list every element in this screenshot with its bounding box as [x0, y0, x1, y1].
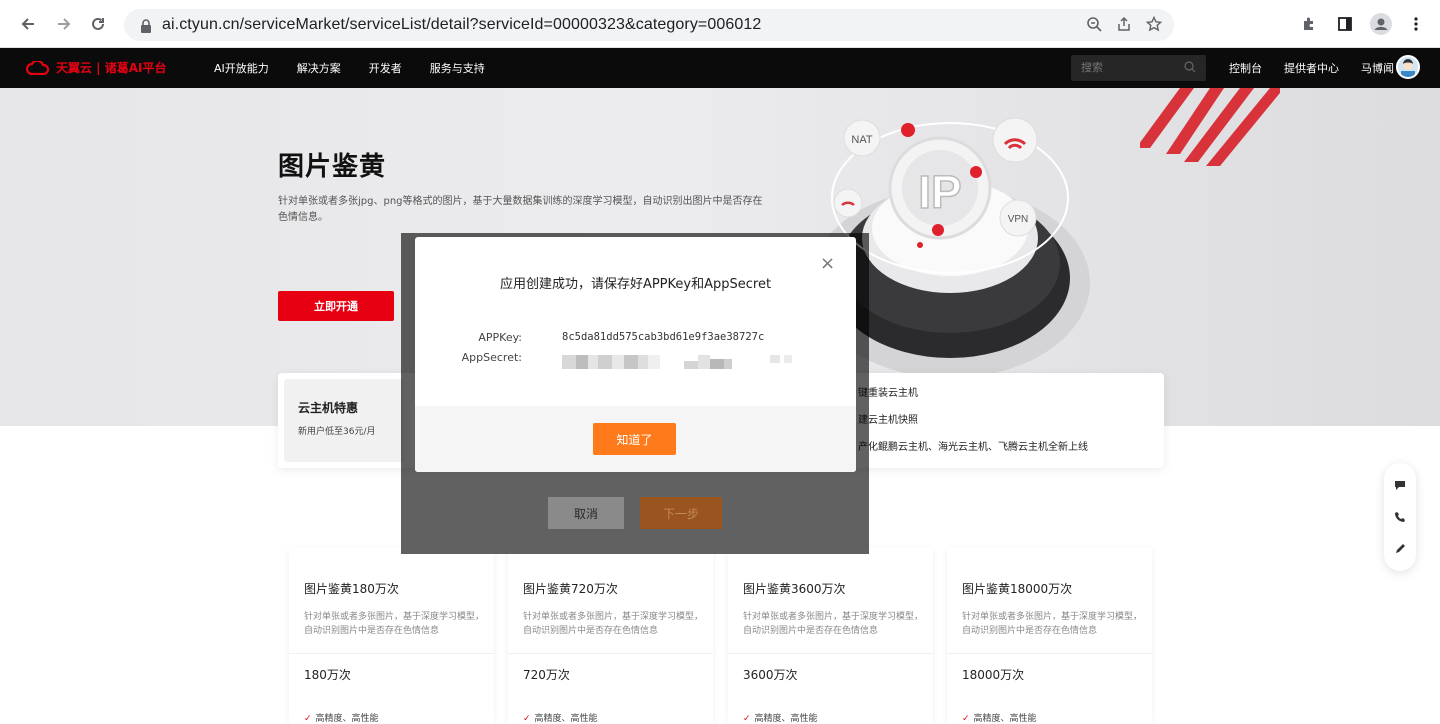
forward-icon[interactable]	[50, 10, 78, 38]
promo-card[interactable]: 云主机特惠 新用户低至36元/月	[284, 379, 404, 462]
floating-toolbar	[1384, 463, 1416, 571]
app-created-dialog: 应用创建成功，请保存好APPKey和AppSecret × APPKey: 8c…	[415, 237, 856, 472]
product-description: 针对单张或者多张图片，基于深度学习模型，自动识别图片中是否存在色情信息	[743, 612, 924, 636]
divider	[728, 653, 933, 654]
menu-support[interactable]: 服务与支持	[430, 60, 485, 76]
credentials: APPKey: 8c5da81dd575cab3bd61e9f3ae38727c…	[415, 331, 856, 371]
browser-toolbar: ai.ctyun.cn/serviceMarket/serviceList/de…	[0, 0, 1440, 48]
product-feature: ✓ 高精度、高性能	[962, 711, 1037, 724]
dialog-title: 应用创建成功，请保存好APPKey和AppSecret	[499, 277, 772, 292]
promo-news-list: 键重装云主机 建云主机快照 产化鲲鹏云主机、海光云主机、飞腾云主机全新上线	[858, 387, 1088, 468]
divider	[508, 653, 713, 654]
url-text: ai.ctyun.cn/serviceMarket/serviceList/de…	[162, 16, 762, 33]
site-header: 天翼云 | 诸葛AI平台 AI开放能力 解决方案 开发者 服务与支持 控制台 提…	[0, 48, 1440, 88]
lock-icon	[140, 18, 152, 33]
activate-now-button[interactable]: 立即开通	[278, 291, 394, 321]
product-quantity: 3600万次	[743, 668, 798, 682]
check-icon: ✓	[962, 714, 970, 724]
product-description: 针对单张或者多张图片，基于深度学习模型，自动识别图片中是否存在色情信息	[962, 612, 1143, 636]
main-menu: AI开放能力 解决方案 开发者 服务与支持	[214, 48, 485, 88]
site-search	[1071, 55, 1206, 81]
search-input[interactable]	[1081, 62, 1171, 74]
cloud-logo-icon	[26, 60, 50, 75]
product-feature: ✓ 高精度、高性能	[523, 711, 598, 724]
product-card-list: 图片鉴黄180万次 针对单张或者多张图片，基于深度学习模型，自动识别图片中是否存…	[289, 548, 1153, 724]
check-icon: ✓	[304, 714, 312, 724]
product-quantity: 18000万次	[962, 668, 1025, 682]
promo-title: 云主机特惠	[298, 401, 359, 415]
feature-text: 高精度、高性能	[534, 714, 598, 724]
nat-label: NAT	[851, 134, 872, 146]
appkey-value: 8c5da81dd575cab3bd61e9f3ae38727c	[562, 331, 765, 343]
dialog-footer: 知道了	[415, 406, 856, 472]
avatar[interactable]	[1396, 55, 1420, 79]
product-card[interactable]: 图片鉴黄720万次 针对单张或者多张图片，基于深度学习模型，自动识别图片中是否存…	[508, 548, 713, 724]
console-link[interactable]: 控制台	[1229, 60, 1262, 76]
chat-icon[interactable]	[1394, 476, 1406, 495]
appsecret-redacted	[562, 355, 792, 372]
product-name: 图片鉴黄720万次	[523, 582, 618, 596]
feature-text: 高精度、高性能	[973, 714, 1037, 724]
divider	[947, 653, 1152, 654]
ip-label: IP	[918, 166, 961, 218]
bookmark-star-icon[interactable]	[1145, 15, 1163, 36]
check-icon: ✓	[743, 714, 751, 724]
menu-solutions[interactable]: 解决方案	[297, 60, 341, 76]
promo-subtitle: 新用户低至36元/月	[298, 427, 376, 437]
vpn-label: VPN	[1008, 214, 1029, 225]
check-icon: ✓	[523, 714, 531, 724]
back-icon[interactable]	[14, 10, 42, 38]
extensions-icon[interactable]	[1298, 11, 1320, 37]
side-panel-icon[interactable]	[1334, 11, 1356, 37]
close-icon[interactable]: ×	[820, 255, 835, 273]
got-it-button[interactable]: 知道了	[593, 423, 676, 455]
appsecret-label: AppSecret:	[461, 351, 522, 364]
menu-developers[interactable]: 开发者	[369, 60, 402, 76]
next-step-button[interactable]: 下一步	[640, 497, 722, 529]
cancel-button[interactable]: 取消	[548, 497, 624, 529]
provider-center-link[interactable]: 提供者中心	[1284, 60, 1339, 76]
feature-text: 高精度、高性能	[754, 714, 818, 724]
product-name: 图片鉴黄3600万次	[743, 582, 846, 596]
menu-ai-capabilities[interactable]: AI开放能力	[214, 60, 269, 76]
product-description: 针对单张或者多张图片，基于深度学习模型，自动识别图片中是否存在色情信息	[523, 612, 704, 636]
product-description: 针对单张或者多张图片，基于深度学习模型，自动识别图片中是否存在色情信息	[304, 612, 485, 636]
promo-line[interactable]: 键重装云主机	[858, 387, 1088, 414]
edit-icon[interactable]	[1394, 540, 1406, 559]
divider	[289, 653, 494, 654]
hero-description: 针对单张或者多张jpg、png等格式的图片，基于大量数据集训练的深度学习模型，自…	[278, 196, 763, 223]
product-name: 图片鉴黄18000万次	[962, 582, 1073, 596]
search-icon[interactable]	[1184, 60, 1196, 76]
underlying-dialog-buttons: 取消 下一步	[548, 497, 722, 529]
product-quantity: 180万次	[304, 668, 351, 682]
site-logo[interactable]: 天翼云 | 诸葛AI平台	[26, 59, 167, 76]
product-feature: ✓ 高精度、高性能	[743, 711, 818, 724]
promo-line[interactable]: 产化鲲鹏云主机、海光云主机、飞腾云主机全新上线	[858, 441, 1088, 468]
product-name: 图片鉴黄180万次	[304, 582, 399, 596]
reload-icon[interactable]	[84, 10, 112, 38]
appkey-label: APPKey:	[478, 331, 522, 344]
logo-text: 天翼云 | 诸葛AI平台	[56, 61, 167, 75]
zoom-icon[interactable]	[1086, 16, 1102, 36]
decorative-stripes	[1140, 88, 1280, 166]
more-menu-icon[interactable]	[1406, 11, 1426, 37]
product-card[interactable]: 图片鉴黄180万次 针对单张或者多张图片，基于深度学习模型，自动识别图片中是否存…	[289, 548, 494, 724]
address-bar[interactable]: ai.ctyun.cn/serviceMarket/serviceList/de…	[124, 9, 1174, 41]
promo-line[interactable]: 建云主机快照	[858, 414, 1088, 441]
phone-icon[interactable]	[1394, 508, 1406, 527]
header-links: 控制台 提供者中心 马博闻	[1229, 48, 1394, 88]
product-card[interactable]: 图片鉴黄18000万次 针对单张或者多张图片，基于深度学习模型，自动识别图片中是…	[947, 548, 1152, 724]
product-quantity: 720万次	[523, 668, 570, 682]
product-card[interactable]: 图片鉴黄3600万次 针对单张或者多张图片，基于深度学习模型，自动识别图片中是否…	[728, 548, 933, 724]
username-link[interactable]: 马博闻	[1361, 60, 1394, 76]
profile-icon[interactable]	[1368, 11, 1394, 37]
page-title: 图片鉴黄	[278, 152, 387, 182]
product-feature: ✓ 高精度、高性能	[304, 711, 379, 724]
share-icon[interactable]	[1116, 16, 1132, 36]
feature-text: 高精度、高性能	[315, 714, 379, 724]
